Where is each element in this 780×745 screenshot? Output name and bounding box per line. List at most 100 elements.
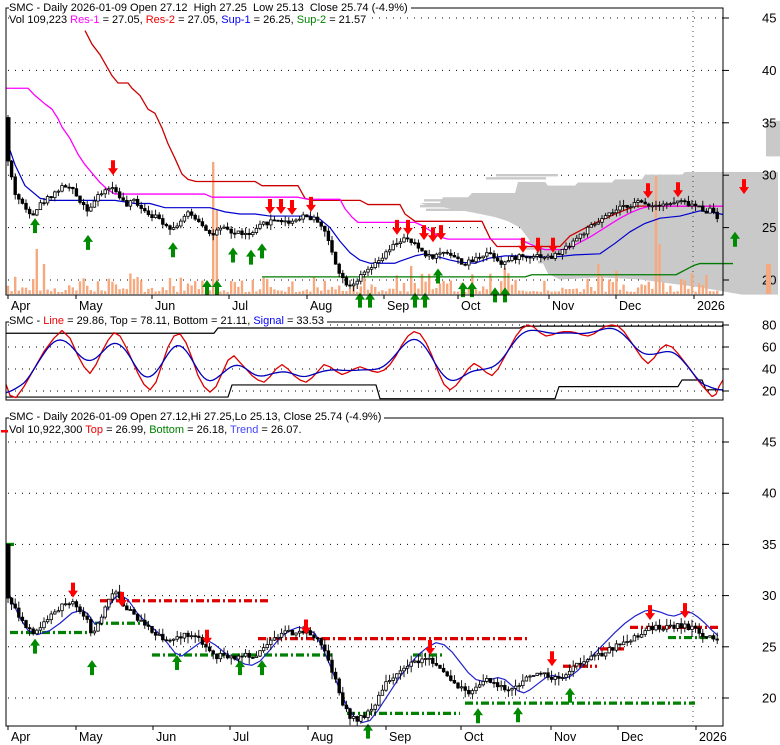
header-segment: Line — [43, 315, 65, 327]
axis-label: 35 — [762, 537, 776, 552]
candle-body — [701, 632, 705, 638]
volume-bar — [694, 291, 697, 294]
volume-bar — [96, 281, 100, 294]
candle-body — [20, 616, 25, 621]
candle-body — [5, 117, 11, 162]
candle-body — [503, 261, 507, 265]
axis-label: 20 — [762, 691, 776, 706]
volume-bar — [384, 291, 388, 294]
candle-body — [312, 216, 316, 221]
candle-body — [571, 240, 575, 247]
month-label: Sep — [387, 299, 409, 313]
candle-body — [254, 227, 259, 233]
volume-bar — [150, 287, 154, 294]
candle-body — [683, 623, 687, 629]
candle-body — [103, 606, 107, 618]
candle-body — [362, 715, 367, 718]
candle-body — [56, 190, 61, 193]
candle-body — [99, 193, 104, 196]
candle-body — [49, 196, 53, 199]
candle-body — [499, 685, 503, 688]
candle-body — [665, 625, 669, 630]
sell-arrow-icon — [287, 200, 297, 216]
volume-bar — [676, 291, 679, 294]
candle-body — [85, 615, 89, 620]
candle-body — [459, 686, 464, 689]
buy-arrow-icon — [172, 654, 182, 670]
candle-body — [531, 256, 536, 259]
volume-bar — [550, 291, 553, 294]
header-segment: Trend — [230, 424, 259, 436]
volume-bar — [683, 280, 686, 294]
candle-body — [215, 229, 219, 236]
candle-body — [398, 670, 403, 675]
candle-body — [657, 624, 662, 630]
volume-bar — [248, 291, 251, 294]
candle-body — [240, 230, 244, 235]
candle-body — [578, 233, 583, 239]
candle-body — [45, 196, 50, 204]
volume-bar — [626, 291, 629, 294]
volume-bar — [42, 264, 46, 294]
candle-body — [139, 619, 143, 622]
candle-body — [697, 205, 701, 208]
candle-body — [225, 654, 230, 659]
candle-body — [175, 636, 179, 640]
header-segment: Res-2 — [145, 14, 176, 26]
candle-body — [222, 652, 226, 656]
header-segment: = 26.99, — [103, 424, 150, 436]
volume-bar — [132, 278, 136, 294]
volume-bar — [572, 289, 575, 294]
indicator-line-signal — [5, 327, 724, 394]
candle-body — [261, 221, 266, 225]
candle-body — [657, 204, 662, 207]
volume-bar — [658, 244, 661, 294]
candle-body — [639, 200, 644, 203]
candle-body — [470, 690, 475, 695]
candle-body — [287, 629, 291, 632]
volume-bar — [622, 284, 625, 294]
volume-bar — [453, 291, 456, 294]
header-segment: Sup-1 — [221, 14, 251, 26]
candle-body — [164, 639, 169, 642]
candle-body — [654, 204, 658, 207]
candle-body — [452, 254, 457, 258]
candle-body — [24, 620, 28, 629]
axis-label: 25 — [762, 639, 776, 654]
candle-body — [373, 704, 377, 710]
volume-bar — [442, 280, 445, 294]
candle-body — [643, 630, 647, 635]
candle-body — [125, 199, 129, 207]
candle-body — [240, 655, 244, 658]
candle-body — [492, 682, 496, 684]
candle-body — [276, 636, 280, 639]
candle-body — [387, 249, 392, 253]
candle-body — [308, 630, 313, 636]
candle-body — [337, 263, 341, 274]
candle-body — [686, 623, 691, 631]
candle-body — [557, 252, 561, 255]
candle-body — [135, 198, 140, 206]
volume-bar — [554, 291, 557, 294]
candle-body — [351, 716, 356, 719]
candle-body — [359, 274, 363, 282]
volume-bar — [53, 288, 56, 294]
candle-body — [117, 191, 122, 199]
volume-bar — [402, 282, 406, 294]
volume-bar — [14, 276, 17, 294]
candle-body — [517, 685, 521, 688]
candle-body — [575, 662, 579, 667]
candle-body — [413, 660, 417, 663]
candle-body — [114, 187, 118, 193]
axis-label: 45 — [762, 11, 776, 26]
volume-bar — [78, 281, 82, 294]
header-segment: SMC - — [9, 315, 44, 327]
volume-bar — [690, 273, 694, 294]
volume-bar — [586, 278, 589, 294]
candle-body — [42, 202, 46, 205]
volume-bar — [294, 291, 298, 294]
volume-bar — [665, 291, 668, 294]
candle-body — [251, 656, 255, 659]
volume-bar — [230, 280, 233, 294]
candle-body — [621, 641, 626, 646]
